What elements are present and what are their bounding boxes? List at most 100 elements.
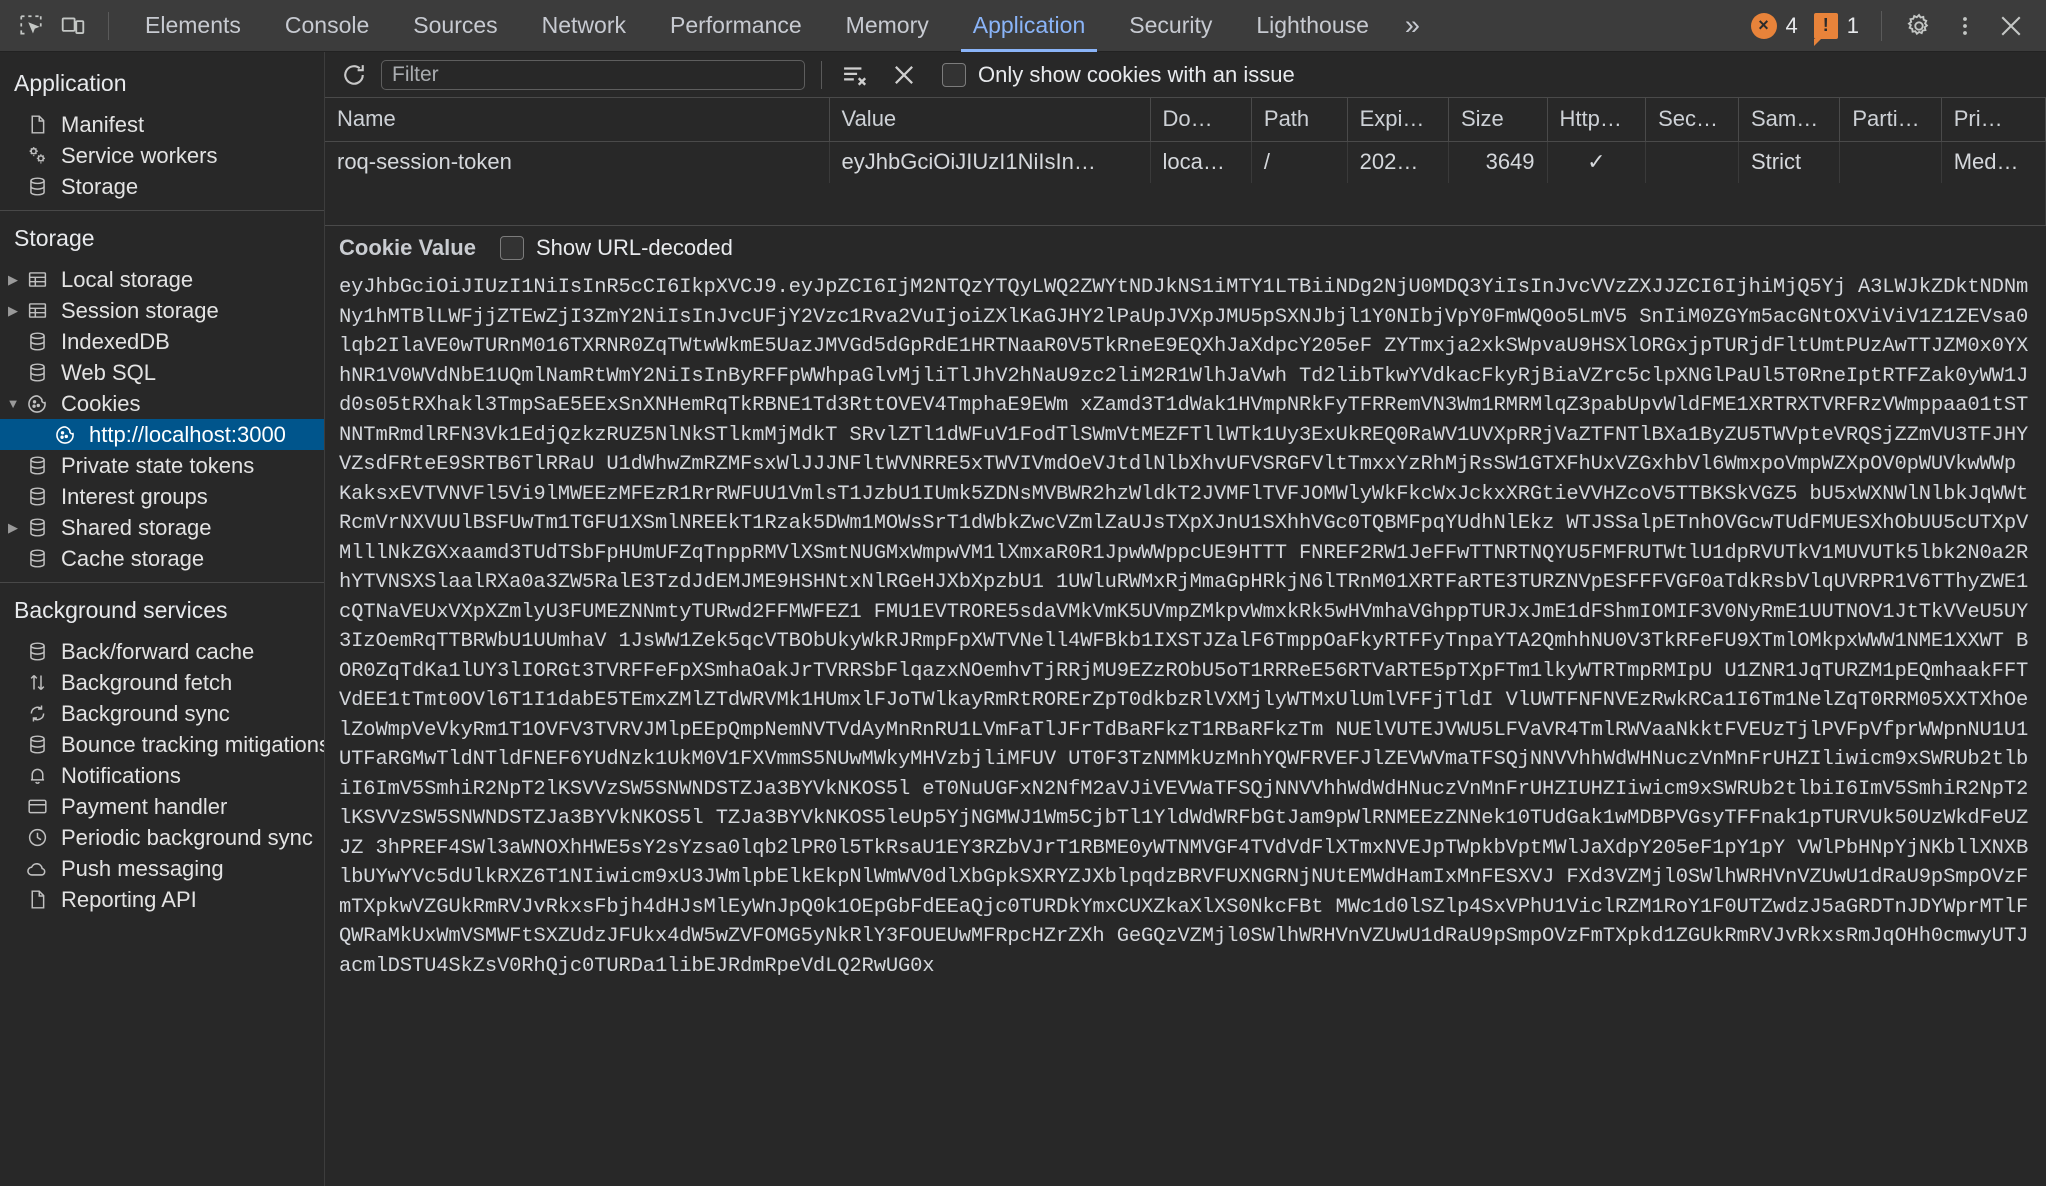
- more-tabs-icon[interactable]: »: [1391, 10, 1430, 41]
- cookie-value-header: Cookie Value Show URL-decoded: [325, 225, 2046, 269]
- column-header-secure[interactable]: Sec…: [1645, 98, 1739, 142]
- show-url-decoded-label: Show URL-decoded: [535, 234, 733, 260]
- show-url-decoded-wrap[interactable]: Show URL-decoded: [499, 234, 733, 261]
- sidebar-item-web-sql[interactable]: ▸ Web SQL: [0, 357, 324, 388]
- tab-memory[interactable]: Memory: [824, 0, 951, 52]
- cookies-table: Name Value Do… Path Expi… Size Http… Sec…: [325, 98, 2046, 225]
- document-icon: [24, 887, 50, 913]
- cell-size[interactable]: 3649: [1448, 141, 1548, 183]
- sidebar-item-label: Local storage: [61, 266, 194, 292]
- sidebar-item-shared-storage[interactable]: ▶ Shared storage: [0, 512, 324, 543]
- column-header-value[interactable]: Value: [829, 98, 1151, 142]
- column-header-samesite[interactable]: Sam…: [1738, 98, 1841, 142]
- column-header-partitionkey[interactable]: Parti…: [1839, 98, 1942, 142]
- clear-all-cookies-icon[interactable]: [886, 59, 922, 91]
- column-header-domain[interactable]: Do…: [1150, 98, 1252, 142]
- show-url-decoded-checkbox[interactable]: [499, 235, 524, 260]
- refresh-icon[interactable]: [339, 60, 369, 90]
- cell-httponly[interactable]: ✓: [1547, 141, 1647, 183]
- table-row[interactable]: roq-session-token eyJhbGciOiJIUzI1NiIsIn…: [325, 141, 2046, 183]
- sidebar-item-cookies[interactable]: ▼ Cookies: [0, 388, 324, 419]
- warning-icon: !: [1813, 12, 1838, 46]
- cell-domain[interactable]: loca…: [1150, 141, 1252, 183]
- only-show-issues-checkbox[interactable]: [942, 62, 966, 87]
- error-count-label: 4: [1785, 12, 1798, 38]
- cookie-value-text[interactable]: eyJhbGciOiJIUzI1NiIsInR5cCI6IkpXVCJ9.eyJ…: [325, 269, 2046, 1186]
- column-header-name[interactable]: Name: [325, 98, 830, 142]
- sidebar-item-cache-storage[interactable]: ▸ Cache storage: [0, 543, 324, 574]
- column-header-size[interactable]: Size: [1448, 98, 1548, 142]
- only-show-issues-checkbox-wrap[interactable]: Only show cookies with an issue: [942, 62, 1295, 88]
- chevron-right-icon[interactable]: ▶: [2, 272, 24, 288]
- tab-performance[interactable]: Performance: [648, 0, 824, 52]
- sidebar-item-interest-groups[interactable]: ▸ Interest groups: [0, 481, 324, 512]
- column-header-priority[interactable]: Pri…: [1941, 98, 2046, 142]
- close-icon[interactable]: [1990, 5, 2032, 47]
- sidebar-item-private-state-tokens[interactable]: ▸ Private state tokens: [0, 450, 324, 481]
- chevron-down-icon[interactable]: ▼: [2, 396, 24, 411]
- sidebar-item-push-messaging[interactable]: ▸ Push messaging: [0, 853, 324, 884]
- twisty-placeholder: ▸: [2, 737, 24, 753]
- sidebar-item-periodic-background-sync[interactable]: ▸ Periodic background sync: [0, 822, 324, 853]
- sidebar-item-session-storage[interactable]: ▶ Session storage: [0, 295, 324, 326]
- column-header-httponly[interactable]: Http…: [1547, 98, 1647, 142]
- sidebar-item-label: Private state tokens: [61, 452, 255, 478]
- sidebar-section-title-storage: Storage: [14, 225, 95, 251]
- sidebar-item-label: IndexedDB: [61, 328, 170, 354]
- sidebar-item-background-sync[interactable]: ▸ Background sync: [0, 698, 324, 729]
- sidebar-item-cookie-origin-localhost[interactable]: http://localhost:3000: [0, 419, 324, 450]
- sidebar-item-service-workers[interactable]: ▸ Service workers: [0, 140, 324, 171]
- sidebar-item-label: Periodic background sync: [61, 824, 313, 850]
- database-icon: [24, 639, 50, 665]
- cell-secure[interactable]: [1645, 141, 1739, 183]
- cell-priority[interactable]: Med…: [1941, 141, 2046, 183]
- twisty-placeholder: ▸: [2, 148, 24, 164]
- tab-lighthouse[interactable]: Lighthouse: [1234, 0, 1391, 52]
- column-header-expires[interactable]: Expi…: [1347, 98, 1449, 142]
- tab-security[interactable]: Security: [1107, 0, 1234, 52]
- tab-sources[interactable]: Sources: [391, 0, 519, 52]
- tab-console[interactable]: Console: [263, 0, 391, 52]
- error-count-badge[interactable]: × 4: [1745, 12, 1804, 39]
- sidebar-section-title-application: Application: [14, 70, 127, 96]
- sidebar-item-reporting-api[interactable]: ▸ Reporting API: [0, 884, 324, 915]
- column-header-path[interactable]: Path: [1251, 98, 1348, 142]
- cell-partitionkey[interactable]: [1839, 141, 1942, 183]
- gear-icon[interactable]: [1898, 5, 1940, 47]
- sidebar-item-payment-handler[interactable]: ▸ Payment handler: [0, 791, 324, 822]
- sidebar-item-bounce-tracking-mitigations[interactable]: ▸ Bounce tracking mitigations: [0, 729, 324, 760]
- clock-icon: [24, 825, 50, 851]
- sidebar-item-storage[interactable]: ▸ Storage: [0, 171, 324, 202]
- sidebar-section-title-background-services: Background services: [14, 597, 228, 623]
- twisty-placeholder: ▸: [2, 117, 24, 133]
- chevron-right-icon[interactable]: ▶: [2, 520, 24, 536]
- sidebar-item-background-fetch[interactable]: ▸ Background fetch: [0, 667, 324, 698]
- cell-expires[interactable]: 202…: [1347, 141, 1449, 183]
- arrows-updown-icon: [24, 670, 50, 696]
- sidebar-item-label: Interest groups: [61, 483, 208, 509]
- inspect-element-icon[interactable]: [10, 5, 52, 47]
- warning-count-badge[interactable]: ! 1: [1808, 12, 1865, 46]
- tab-elements[interactable]: Elements: [123, 0, 263, 52]
- sidebar-item-manifest[interactable]: ▸ Manifest: [0, 109, 324, 140]
- cell-samesite[interactable]: Strict: [1738, 141, 1841, 183]
- cell-name[interactable]: roq-session-token: [325, 141, 830, 183]
- filter-input[interactable]: [381, 59, 805, 90]
- database-icon: [24, 484, 50, 510]
- cell-path[interactable]: /: [1251, 141, 1348, 183]
- twisty-placeholder: ▸: [2, 458, 24, 474]
- kebab-menu-icon[interactable]: [1944, 5, 1986, 47]
- clear-filtered-cookies-icon[interactable]: [838, 59, 874, 91]
- chevron-right-icon[interactable]: ▶: [2, 303, 24, 319]
- cell-value[interactable]: eyJhbGciOiJIUzI1NiIsIn…: [829, 141, 1151, 183]
- tab-application[interactable]: Application: [951, 0, 1108, 52]
- sidebar-item-local-storage[interactable]: ▶ Local storage: [0, 264, 324, 295]
- sidebar-item-indexeddb[interactable]: ▸ IndexedDB: [0, 326, 324, 357]
- table-empty-space: [325, 183, 2046, 225]
- sidebar-item-notifications[interactable]: ▸ Notifications: [0, 760, 324, 791]
- sidebar-item-back-forward-cache[interactable]: ▸ Back/forward cache: [0, 636, 324, 667]
- credit-card-icon: [24, 794, 50, 820]
- sidebar-item-label: Storage: [61, 173, 139, 199]
- tab-network[interactable]: Network: [520, 0, 648, 52]
- device-toolbar-icon[interactable]: [52, 5, 94, 47]
